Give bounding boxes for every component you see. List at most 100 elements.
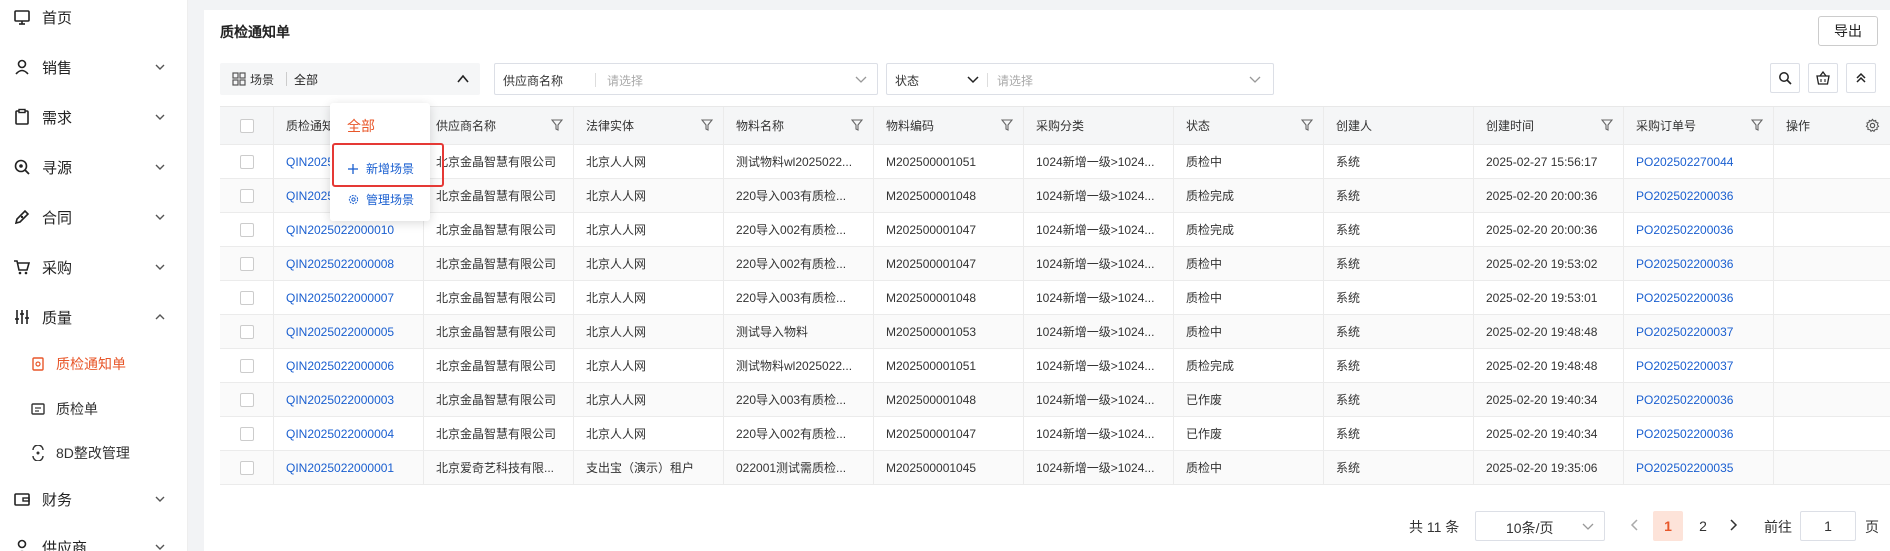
gear-icon[interactable] [1865, 118, 1880, 133]
filter-icon[interactable] [1301, 119, 1313, 131]
sidebar-item-contract[interactable]: 合同 [0, 200, 188, 234]
sidebar-item-sourcing[interactable]: 寻源 [0, 150, 188, 184]
table-row[interactable]: QIN2025022000009北京金晶智慧有限公司北京人人网220导入003有… [220, 179, 1890, 213]
notice-number-link[interactable]: QIN2025022000001 [274, 451, 424, 484]
table-row[interactable]: QIN2025022000007 北京金晶智慧有限公司 北京人人网 220导入003有… [220, 281, 1890, 315]
status-select[interactable]: 状态 请选择 [886, 63, 1274, 95]
table-cell: 1024新增一级>1024... [1024, 247, 1174, 280]
notice-number-link[interactable]: QIN2025022000008 [274, 247, 424, 280]
po-number-link[interactable]: PO202502200035 [1624, 451, 1774, 484]
table-cell: 系统 [1324, 145, 1474, 178]
prev-page-icon[interactable] [1628, 518, 1642, 532]
filter-icon[interactable] [551, 119, 563, 131]
sidebar-subitem-quality-notice[interactable]: 质检通知单 [0, 349, 188, 379]
chevron-down-icon [155, 264, 165, 270]
sidebar-item-purchase[interactable]: 采购 [0, 250, 188, 284]
table-cell: 北京金晶智慧有限公司 [424, 349, 574, 382]
table-cell: 系统 [1324, 213, 1474, 246]
sidebar-item-supplier[interactable]: 供应商 [0, 530, 188, 551]
table-cell: M202500001047 [874, 213, 1024, 246]
table-row[interactable]: QIN2025022000003 北京金晶智慧有限公司 北京人人网 220导入003有… [220, 383, 1890, 417]
next-page-icon[interactable] [1726, 518, 1740, 532]
sidebar-item-demand[interactable]: 需求 [0, 100, 188, 134]
filter-icon[interactable] [701, 119, 713, 131]
page-suffix: 页 [1865, 519, 1879, 535]
notice-number-link[interactable]: QIN2025022000007 [274, 281, 424, 314]
sidebar-item-quality[interactable]: 质量 [0, 300, 188, 334]
filter-icon[interactable] [1001, 119, 1013, 131]
supplier-icon [13, 538, 31, 551]
table-cell: 系统 [1324, 315, 1474, 348]
table-cell: 北京金晶智慧有限公司 [424, 281, 574, 314]
sidebar-item-label: 质量 [42, 309, 73, 327]
row-checkbox[interactable] [239, 256, 254, 271]
sidebar-item-home[interactable]: 首页 [0, 0, 188, 34]
table-row[interactable]: QIN2025022000004 北京金晶智慧有限公司 北京人人网 220导入002有… [220, 417, 1890, 451]
row-select-cell [220, 281, 274, 314]
table-cell: 2025-02-20 19:53:02 [1474, 247, 1624, 280]
table-header: 质检通知单 供应商名称 法律实体 物料名称 物料编码 采购分类 状态 创建人 创… [220, 107, 1890, 145]
row-checkbox[interactable] [239, 426, 254, 441]
filter-icon[interactable] [1601, 119, 1613, 131]
notice-number-link[interactable]: QIN2025022000003 [274, 383, 424, 416]
page-button-1[interactable]: 1 [1653, 511, 1683, 541]
page-button-2[interactable]: 2 [1688, 511, 1718, 541]
table-row[interactable]: QIN2025022000008 北京金晶智慧有限公司 北京人人网 220导入002有… [220, 247, 1890, 281]
filter-icon[interactable] [851, 119, 863, 131]
goto-page-input[interactable]: 1 [1800, 511, 1856, 541]
table-cell: 1024新增一级>1024... [1024, 281, 1174, 314]
table-cell: 系统 [1324, 281, 1474, 314]
search-button[interactable] [1770, 63, 1800, 93]
po-number-link[interactable]: PO202502200036 [1624, 281, 1774, 314]
table-cell: 2025-02-20 19:40:34 [1474, 383, 1624, 416]
table-row[interactable]: QIN2025022000006 北京金晶智慧有限公司 北京人人网 测试物料wl202… [220, 349, 1890, 383]
row-checkbox[interactable] [239, 324, 254, 339]
table-row[interactable]: QIN2025022700001北京金晶智慧有限公司北京人人网测试物料wl202… [220, 145, 1890, 179]
supplier-select[interactable]: 供应商名称 请选择 [494, 63, 878, 95]
notice-number-link[interactable]: QIN2025022000005 [274, 315, 424, 348]
po-number-link[interactable]: PO202502270044 [1624, 145, 1774, 178]
table-row[interactable]: QIN2025022000001 北京爱奇艺科技有限... 支出宝（演示）租户 022… [220, 451, 1890, 485]
po-number-link[interactable]: PO202502200036 [1624, 383, 1774, 416]
filter-icon[interactable] [1751, 119, 1763, 131]
po-number-link[interactable]: PO202502200036 [1624, 247, 1774, 280]
notice-number-link[interactable]: QIN2025022000006 [274, 349, 424, 382]
row-checkbox[interactable] [239, 290, 254, 305]
row-select-cell [220, 247, 274, 280]
row-checkbox[interactable] [239, 358, 254, 373]
row-checkbox[interactable] [239, 460, 254, 475]
select-all-checkbox[interactable] [239, 118, 254, 133]
sidebar-item-finance[interactable]: 财务 [0, 482, 188, 516]
scene-option-all[interactable]: 全部 [347, 116, 375, 136]
sidebar-subitem-inspection[interactable]: 质检单 [0, 394, 188, 424]
table-cell [1774, 281, 1890, 314]
scene-selector[interactable]: 场景 全部 [220, 63, 480, 95]
row-select-cell [220, 451, 274, 484]
table-row[interactable]: QIN2025022000010 北京金晶智慧有限公司 北京人人网 220导入002有… [220, 213, 1890, 247]
po-number-link[interactable]: PO202502200036 [1624, 417, 1774, 450]
po-number-link[interactable]: PO202502200037 [1624, 315, 1774, 348]
row-checkbox[interactable] [239, 392, 254, 407]
row-checkbox[interactable] [239, 154, 254, 169]
table-row[interactable]: QIN2025022000005 北京金晶智慧有限公司 北京人人网 测试导入物料 M20… [220, 315, 1890, 349]
export-button[interactable]: 导出 [1818, 16, 1878, 46]
collapse-button[interactable] [1846, 63, 1876, 93]
po-number-link[interactable]: PO202502200037 [1624, 349, 1774, 382]
manage-scene-button[interactable]: 管理场景 [347, 191, 414, 208]
sidebar-item-sales[interactable]: 销售 [0, 50, 188, 84]
po-number-link[interactable]: PO202502200036 [1624, 179, 1774, 212]
table-cell: 系统 [1324, 179, 1474, 212]
page-size-select[interactable]: 10条/页 [1475, 511, 1605, 541]
column-header: 采购分类 [1024, 107, 1174, 144]
row-checkbox[interactable] [239, 222, 254, 237]
po-number-link[interactable]: PO202502200036 [1624, 213, 1774, 246]
notice-number-link[interactable]: QIN2025022000004 [274, 417, 424, 450]
clear-button[interactable] [1808, 63, 1838, 93]
table-cell: 2025-02-20 20:00:36 [1474, 213, 1624, 246]
sidebar-subitem-8d[interactable]: 8D整改管理 [0, 438, 188, 468]
table-cell: 北京金晶智慧有限公司 [424, 145, 574, 178]
table-cell: 2025-02-20 20:00:36 [1474, 179, 1624, 212]
row-checkbox[interactable] [239, 188, 254, 203]
divider [595, 73, 596, 87]
row-select-cell [220, 213, 274, 246]
